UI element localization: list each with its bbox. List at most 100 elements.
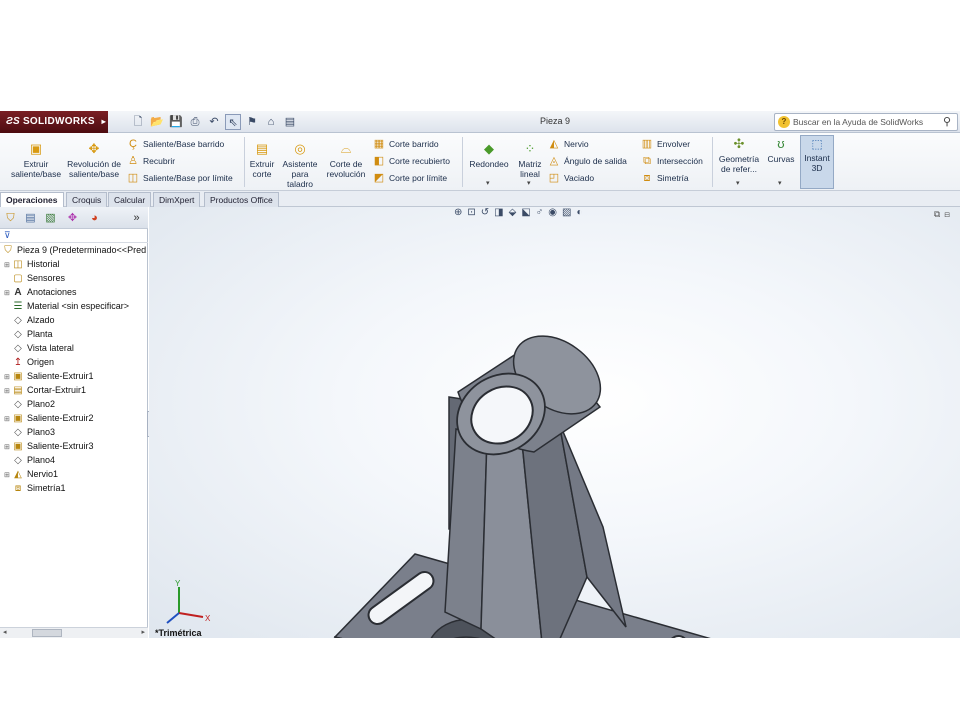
property-manager-tab-icon[interactable]: ▤	[22, 210, 39, 226]
tree-item-label: Alzado	[27, 315, 55, 325]
tab-calcular[interactable]: Calcular	[108, 192, 152, 207]
nervio-button[interactable]: ◭ Nervio	[547, 136, 589, 153]
panel-horizontal-scrollbar[interactable]: ◂ ▸	[0, 627, 148, 638]
vaciado-button[interactable]: ◰ Vaciado	[547, 170, 594, 187]
feature-manager-tab-icon[interactable]: ⛉	[2, 210, 19, 226]
tree-root-part[interactable]: ⛉ Pieza 9 (Predeterminado<<Pred	[2, 244, 146, 257]
help-question-icon: ?	[778, 116, 790, 128]
open-folder-icon[interactable]: 📂	[149, 114, 165, 130]
tree-root-label: Pieza 9 (Predeterminado<<Pred	[17, 245, 147, 255]
mirror-icon: ⧈	[14, 483, 22, 494]
title-bar: ƧS SOLIDWORKS ▸ 🗋 📂 💾 ⎙ ↶ ⇖ ⚑ ⌂ ▤ Pieza 9…	[0, 111, 960, 133]
undo-icon[interactable]: ↶	[206, 114, 222, 130]
tree-item-nervio1[interactable]: ⊞ ◭ Nervio1	[4, 468, 58, 481]
scroll-left-icon[interactable]: ◂	[3, 628, 7, 636]
ribbon-separator	[462, 137, 463, 187]
tree-item-simetria1[interactable]: ⧈ Simetría1	[4, 482, 66, 495]
save-icon[interactable]: 💾	[168, 114, 184, 130]
tab-productos-office[interactable]: Productos Office	[204, 192, 279, 207]
wrap-icon: ▥	[641, 138, 653, 150]
solidworks-menu-button[interactable]: ƧS SOLIDWORKS ▸	[0, 111, 108, 133]
help-search-input[interactable]: ? Buscar en la Ayuda de SolidWorks ⚲	[774, 113, 958, 131]
asistente-taladro-button[interactable]: ◎ Asistente para taladro	[280, 141, 320, 189]
expand-icon[interactable]: ⊞	[4, 371, 12, 384]
expand-icon[interactable]: ⊞	[4, 385, 12, 398]
curvas-button[interactable]: ʊ Curvas	[764, 136, 798, 164]
new-document-icon[interactable]: 🗋	[130, 114, 146, 130]
tree-item-sensores[interactable]: ▢ Sensores	[4, 272, 65, 285]
tree-item-plano2[interactable]: ◇ Plano2	[4, 398, 55, 411]
matriz-lineal-button[interactable]: ⁘ Matriz lineal	[514, 141, 546, 179]
curvas-dropdown-icon[interactable]: ▾	[778, 179, 782, 187]
options-icon[interactable]: ▤	[282, 114, 298, 130]
extruir-saliente-button[interactable]: ▣ Extruir saliente/base	[8, 141, 64, 179]
corte-revolucion-button[interactable]: ⌓ Corte de revolución	[324, 141, 368, 179]
expand-icon[interactable]: ⊞	[4, 287, 12, 300]
rebuild-icon[interactable]: ⚑	[244, 114, 260, 130]
print-icon[interactable]: ⎙	[187, 114, 203, 130]
extrude-boss-icon: ▣	[13, 441, 23, 452]
saliente-barrido-label: Saliente/Base barrido	[143, 139, 225, 149]
brand-label: SOLIDWORKS	[22, 116, 95, 127]
tree-item-plano3[interactable]: ◇ Plano3	[4, 426, 55, 439]
part-icon: ⛉	[4, 245, 12, 256]
configuration-manager-tab-icon[interactable]: ▧	[42, 210, 59, 226]
tree-item-alzado[interactable]: ◇ Alzado	[4, 314, 55, 327]
feature-manager-panel: ⛉ ▤ ▧ ✥ ◕ » ⊽ ⛉ Pieza 9 (Predeterminado<<…	[0, 207, 148, 638]
instant3d-label: Instant 3D	[804, 153, 830, 173]
tree-item-planta[interactable]: ◇ Planta	[4, 328, 52, 341]
simetria-button[interactable]: ⧈ Simetría	[640, 170, 689, 187]
nervio-label: Nervio	[564, 139, 589, 149]
tab-croquis[interactable]: Croquis	[66, 192, 108, 207]
matriz-lineal-label: Matriz lineal	[518, 159, 542, 179]
geometria-dropdown-icon[interactable]: ▾	[736, 179, 740, 187]
expand-icon[interactable]: ⊞	[4, 469, 12, 482]
view-orientation-label: *Trimétrica	[155, 628, 202, 638]
tree-item-saliente-extruir3[interactable]: ⊞ ▣ Saliente-Extruir3	[4, 440, 94, 453]
scroll-thumb[interactable]	[32, 629, 62, 637]
corte-limite-button[interactable]: ◩ Corte por límite	[372, 170, 447, 187]
tree-item-saliente-extruir1[interactable]: ⊞ ▣ Saliente-Extruir1	[4, 370, 94, 383]
geometria-referencia-button[interactable]: ✣ Geometría de refer...	[716, 136, 762, 174]
tree-item-origen[interactable]: ↥ Origen	[4, 356, 54, 369]
tree-item-cortar-extruir1[interactable]: ⊞ ▤ Cortar-Extruir1	[4, 384, 86, 397]
linear-pattern-icon: ⁘	[524, 141, 536, 156]
interseccion-button[interactable]: ⧉ Intersección	[640, 153, 703, 170]
tree-item-saliente-extruir2[interactable]: ⊞ ▣ Saliente-Extruir2	[4, 412, 94, 425]
dimxpert-manager-tab-icon[interactable]: ✥	[64, 210, 81, 226]
tree-item-material[interactable]: ☰ Material <sin especificar>	[4, 300, 130, 313]
search-icon[interactable]: ⚲	[943, 114, 951, 130]
tree-item-vista-lateral[interactable]: ◇ Vista lateral	[4, 342, 74, 355]
angulo-salida-label: Ángulo de salida	[564, 156, 627, 166]
saliente-limite-button[interactable]: ◫ Saliente/Base por límite	[126, 170, 233, 187]
saliente-barrido-button[interactable]: Ç Saliente/Base barrido	[126, 136, 224, 153]
tree-item-anotaciones[interactable]: ⊞ A Anotaciones	[4, 286, 77, 299]
tree-item-historial[interactable]: ⊞ ◫ Historial	[4, 258, 60, 271]
select-pointer-icon[interactable]: ⇖	[225, 114, 241, 130]
filter-icon[interactable]: ⊽	[0, 230, 148, 243]
expand-panel-icon[interactable]: »	[128, 210, 145, 226]
expand-icon[interactable]: ⊞	[4, 441, 12, 454]
redondeo-button[interactable]: ◆ Redondeo	[466, 141, 512, 169]
corte-recubierto-button[interactable]: ◧ Corte recubierto	[372, 153, 450, 170]
redondeo-dropdown-icon[interactable]: ▾	[486, 179, 490, 187]
command-manager-ribbon: ▣ Extruir saliente/base ✥ Revolución de …	[0, 133, 960, 191]
ribbon-separator	[712, 137, 713, 187]
angulo-salida-button[interactable]: ◬ Ángulo de salida	[547, 153, 627, 170]
file-properties-icon[interactable]: ⌂	[263, 114, 279, 130]
expand-icon[interactable]: ⊞	[4, 413, 12, 426]
display-manager-tab-icon[interactable]: ◕	[86, 210, 103, 226]
graphics-area[interactable]: ⊕ ⊡ ↺ ◨ ⬙ ⬕ ♂ ◉ ▨ ◐ ⧉⊟ Y X *Trimétrica	[149, 207, 960, 638]
tab-dimxpert[interactable]: DimXpert	[153, 192, 201, 207]
corte-barrido-button[interactable]: ▦ Corte barrido	[372, 136, 439, 153]
scroll-right-icon[interactable]: ▸	[141, 628, 145, 636]
instant3d-toggle[interactable]: ⬚ Instant 3D	[800, 135, 834, 189]
tree-item-plano4[interactable]: ◇ Plano4	[4, 454, 55, 467]
matriz-dropdown-icon[interactable]: ▾	[527, 179, 531, 187]
extruir-corte-button[interactable]: ▤ Extruir corte	[247, 141, 277, 179]
expand-icon[interactable]: ⊞	[4, 259, 12, 272]
revolucion-saliente-button[interactable]: ✥ Revolución de saliente/base	[66, 141, 122, 179]
tab-operaciones[interactable]: Operaciones	[0, 192, 64, 207]
envolver-button[interactable]: ▥ Envolver	[640, 136, 690, 153]
recubrir-button[interactable]: ♙ Recubrir	[126, 153, 175, 170]
